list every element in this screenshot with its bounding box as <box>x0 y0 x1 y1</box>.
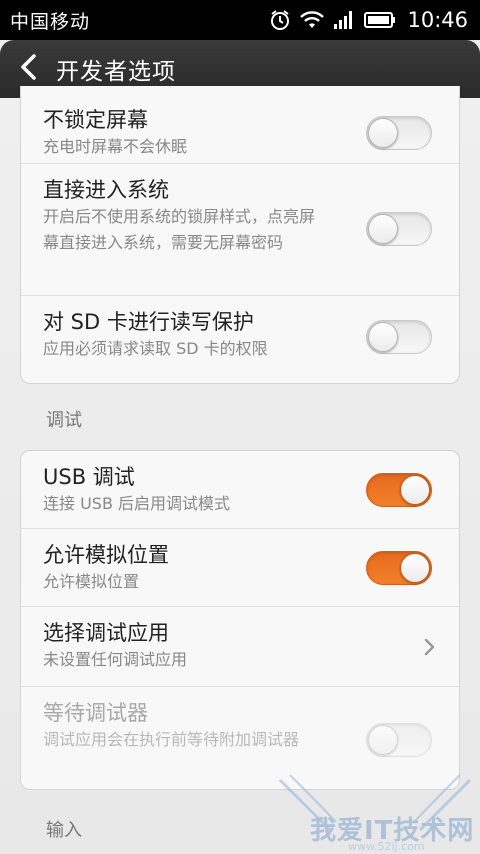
chevron-right-icon <box>423 636 437 658</box>
chevron-left-icon <box>19 53 37 85</box>
setting-title: 不锁定屏幕 <box>43 108 148 132</box>
setting-subtitle: 连接 USB 后启用调试模式 <box>43 494 231 513</box>
setting-allow-mock-location[interactable]: 允许模拟位置 允许模拟位置 <box>21 529 459 607</box>
mock-location-toggle[interactable] <box>366 551 432 585</box>
usb-debugging-toggle[interactable] <box>366 473 432 507</box>
direct-enter-system-toggle[interactable] <box>366 212 432 246</box>
setting-title: 对 SD 卡进行读写保护 <box>43 310 254 334</box>
setting-title: 直接进入系统 <box>43 178 169 202</box>
setting-subtitle: 开启后不使用系统的锁屏样式，点亮屏幕直接进入系统，需要无屏幕密码 <box>43 207 316 252</box>
setting-subtitle: 未设置任何调试应用 <box>43 650 188 669</box>
wifi-icon <box>300 10 325 30</box>
status-bar: 中国移动 10:46 <box>0 0 480 40</box>
carrier-name: 中国移动 <box>10 10 91 33</box>
settings-content[interactable]: 不锁定屏幕 充电时屏幕不会休眠 直接进入系统 开启后不使用系统的锁屏样式，点亮屏… <box>0 86 480 854</box>
settings-group-top: 不锁定屏幕 充电时屏幕不会休眠 直接进入系统 开启后不使用系统的锁屏样式，点亮屏… <box>20 86 460 384</box>
toggle-knob <box>368 214 398 244</box>
toggle-knob <box>368 118 398 148</box>
signal-icon <box>333 10 355 30</box>
section-header-debug: 调试 <box>46 410 82 431</box>
page-title: 开发者选项 <box>56 59 176 85</box>
setting-select-debug-app[interactable]: 选择调试应用 未设置任何调试应用 <box>21 607 459 687</box>
setting-no-lock-screen[interactable]: 不锁定屏幕 充电时屏幕不会休眠 <box>21 86 459 164</box>
alarm-icon <box>269 9 291 31</box>
setting-usb-debugging[interactable]: USB 调试 连接 USB 后启用调试模式 <box>21 451 459 529</box>
setting-subtitle: 调试应用会在执行前等待附加调试器 <box>43 730 300 749</box>
no-lock-screen-toggle[interactable] <box>366 116 432 150</box>
toggle-knob <box>368 725 398 755</box>
setting-title: 选择调试应用 <box>43 621 169 645</box>
sd-write-protect-toggle[interactable] <box>366 320 432 354</box>
setting-subtitle: 应用必须请求读取 SD 卡的权限 <box>43 339 268 358</box>
watermark-url: www.52ij.com <box>348 840 425 853</box>
setting-subtitle: 充电时屏幕不会休眠 <box>43 137 188 156</box>
setting-title: 等待调试器 <box>43 701 148 725</box>
battery-icon <box>364 11 396 29</box>
wait-for-debugger-toggle[interactable] <box>366 723 432 757</box>
clock: 10:46 <box>407 8 468 32</box>
status-icons: 10:46 <box>269 8 468 32</box>
setting-subtitle: 允许模拟位置 <box>43 572 140 591</box>
toggle-knob <box>400 553 430 583</box>
section-header-input: 输入 <box>46 820 82 841</box>
watermark-logo: 我爱IT技术网 www.52ij.com <box>270 770 480 854</box>
setting-sd-write-protect[interactable]: 对 SD 卡进行读写保护 应用必须请求读取 SD 卡的权限 <box>21 296 459 382</box>
settings-group-debug: USB 调试 连接 USB 后启用调试模式 允许模拟位置 允许模拟位置 选择调试… <box>20 450 460 790</box>
toggle-knob <box>400 475 430 505</box>
setting-title: USB 调试 <box>43 465 135 489</box>
toggle-knob <box>368 322 398 352</box>
setting-direct-enter-system[interactable]: 直接进入系统 开启后不使用系统的锁屏样式，点亮屏幕直接进入系统，需要无屏幕密码 <box>21 164 459 296</box>
setting-title: 允许模拟位置 <box>43 543 169 567</box>
